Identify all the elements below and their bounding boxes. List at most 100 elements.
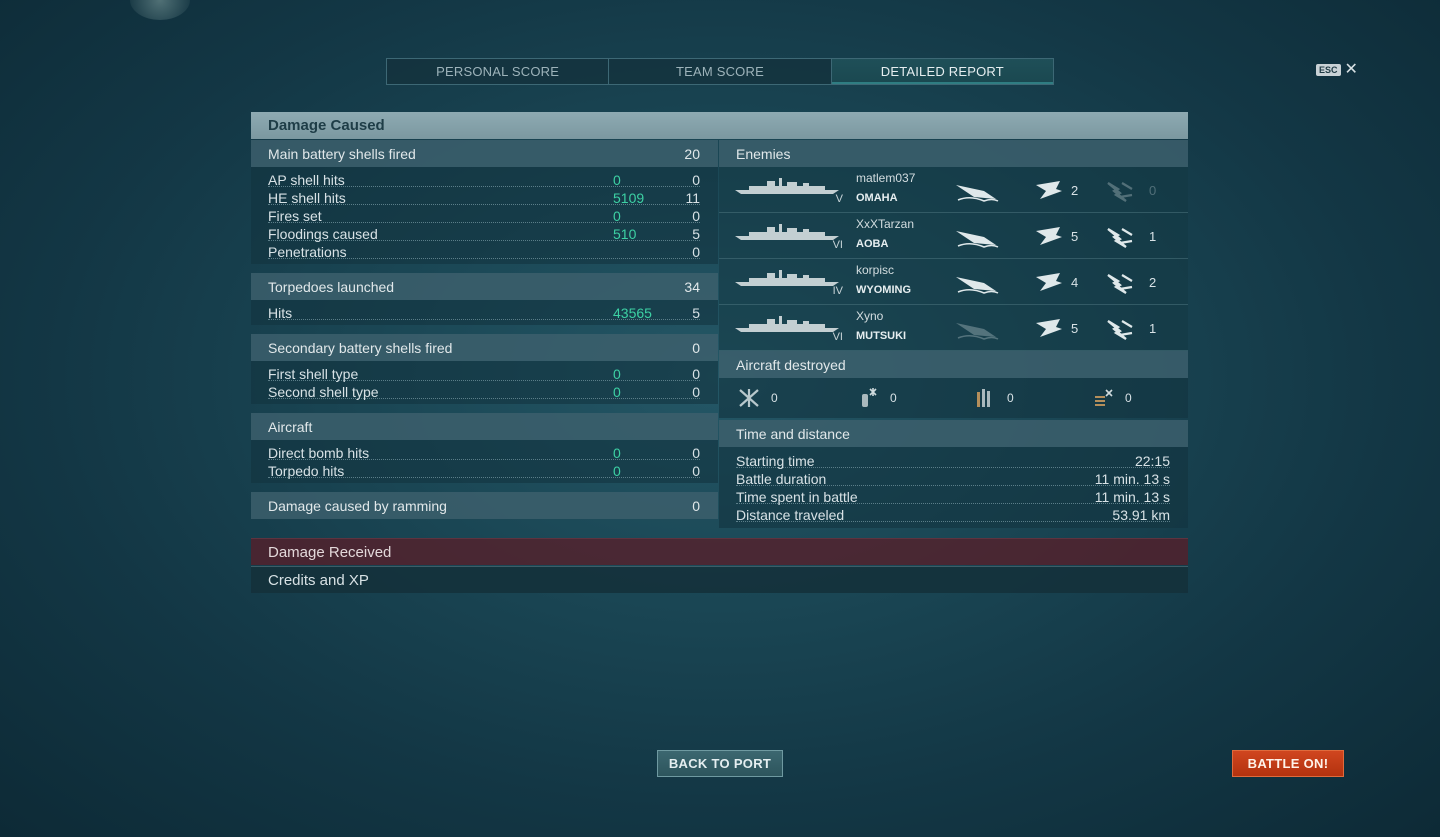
time-distance-label: Time and distance	[736, 425, 850, 442]
torpedoes-header: Torpedoes launched 34	[251, 273, 718, 300]
row-damage: 5109	[613, 190, 645, 206]
enemy-row: VI XxXTarzan AOBA 5 1	[719, 213, 1188, 259]
torpedoes-rows: Hits 43565 5	[251, 300, 718, 325]
main-battery-rows: AP shell hits 0 0 HE shell hits 5109 11 …	[251, 167, 718, 264]
secondary-label: Secondary battery shells fired	[268, 339, 453, 356]
table-row: AP shell hits 0 0	[251, 171, 718, 189]
ship-tier: VI	[832, 331, 843, 343]
table-row: Battle duration 11 min. 13 s	[719, 470, 1188, 488]
hit-ribbon-icon	[1034, 317, 1066, 341]
main-battery-header: Main battery shells fired 20	[251, 140, 718, 167]
row-value: 22:15	[1134, 453, 1170, 469]
row-count: 0	[692, 445, 700, 461]
hit-shell-icon	[862, 388, 877, 407]
aircraft-destroyed-item: 0	[1091, 386, 1132, 410]
crit-ribbon-count: 1	[1149, 229, 1157, 244]
aircraft-destroyed-header: Aircraft destroyed	[719, 351, 1188, 378]
enemies-label: Enemies	[736, 145, 791, 162]
torpedoes-value: 34	[684, 278, 700, 295]
esc-key-label: ESC	[1316, 64, 1341, 76]
time-distance-rows: Starting time 22:15 Battle duration 11 m…	[719, 447, 1188, 528]
crit-ribbon-count: 0	[1149, 183, 1157, 198]
table-row: Torpedo hits 0 0	[251, 462, 718, 480]
hit-ribbon-icon	[1034, 179, 1066, 203]
enemy-row: Vmatlem037 OMAHA 2 0	[719, 167, 1188, 213]
row-count: 0	[692, 244, 700, 260]
row-count: 5	[692, 305, 700, 321]
close-icon: ✕	[1344, 61, 1358, 78]
tab-detailed-report[interactable]: DETAILED REPORT	[831, 59, 1053, 84]
row-label: Direct bomb hits	[268, 445, 370, 461]
crit-ribbon-icon	[1104, 179, 1136, 203]
aircraft-destroyed-value: 0	[1007, 391, 1014, 405]
ship-name: AOBA	[856, 238, 889, 250]
enemy-row: IV korpisc WYOMING 4 2	[719, 259, 1188, 305]
row-damage: 0	[613, 208, 621, 224]
row-label: Penetrations	[268, 244, 347, 260]
crit-ribbon-icon	[1104, 317, 1136, 341]
row-count: 0	[692, 172, 700, 188]
ship-tier: V	[835, 193, 843, 205]
ship-tier: VI	[832, 239, 843, 251]
ship-destroyed-icon	[954, 271, 1000, 295]
background-glow	[130, 0, 190, 20]
hit-ribbon-icon	[1034, 225, 1066, 249]
hit-ribbon-icon	[1034, 271, 1066, 295]
battle-on-button[interactable]: BATTLE ON!	[1232, 750, 1344, 777]
row-damage: 0	[613, 172, 621, 188]
row-label: Time spent in battle	[736, 489, 858, 505]
aa-gun-icon	[977, 389, 990, 407]
crit-ribbon-icon	[1104, 225, 1136, 249]
enemies-header: Enemies	[719, 140, 1188, 167]
table-row: Fires set 0 0	[251, 207, 718, 225]
row-count: 11	[685, 190, 700, 206]
aircraft-destroyed-label: Aircraft destroyed	[736, 356, 846, 373]
ship-tier: IV	[832, 285, 843, 297]
secondary-rows: First shell type 0 0 Second shell type 0…	[251, 361, 718, 404]
table-row: Direct bomb hits 0 0	[251, 444, 718, 462]
row-label: Distance traveled	[736, 507, 845, 523]
row-damage: 43565	[613, 305, 652, 321]
aircraft-destroyed-item: 0	[737, 386, 778, 410]
back-to-port-button[interactable]: BACK TO PORT	[657, 750, 783, 777]
secondary-header: Secondary battery shells fired 0	[251, 334, 718, 361]
row-label: Fires set	[268, 208, 322, 224]
aircraft-label: Aircraft	[268, 418, 313, 435]
ramming-label: Damage caused by ramming	[268, 497, 447, 514]
table-row: First shell type 0 0	[251, 365, 718, 383]
damage-caused-right: Enemies Vmatlem037 OMAHA 2 0 VI XxXTarzan AOBA…	[719, 140, 1188, 528]
row-label: Hits	[268, 305, 293, 321]
row-value: 11 min. 13 s	[1094, 471, 1170, 487]
table-row: Hits 43565 5	[251, 304, 718, 322]
ship-name: OMAHA	[856, 192, 898, 204]
tab-team-score[interactable]: TEAM SCORE	[609, 59, 832, 84]
hit-ribbon-count: 2	[1071, 183, 1079, 198]
player-name: korpisc	[856, 263, 895, 277]
player-name: Xyno	[856, 309, 884, 323]
aircraft-destroyed-value: 0	[890, 391, 897, 405]
esc-close-button[interactable]: ESC ✕	[1316, 61, 1358, 78]
crit-ribbon-count: 1	[1149, 321, 1157, 336]
row-label: AP shell hits	[268, 172, 345, 188]
damage-received-section[interactable]: Damage Received	[251, 538, 1188, 565]
fighter-plane-icon	[739, 389, 759, 407]
damage-caused-header[interactable]: Damage Caused	[251, 112, 1188, 139]
ship-name: MUTSUKI	[856, 330, 907, 342]
ramming-value: 0	[692, 497, 700, 514]
row-label: Starting time	[736, 453, 815, 469]
tab-personal-score[interactable]: PERSONAL SCORE	[387, 59, 610, 84]
player-name: XxXTarzan	[856, 217, 915, 231]
row-damage: 510	[613, 226, 637, 242]
table-row: Penetrations 0	[251, 243, 718, 261]
main-battery-value: 20	[684, 145, 700, 162]
secondary-aa-icon	[1095, 389, 1113, 406]
credits-xp-section[interactable]: Credits and XP	[251, 566, 1188, 593]
ramming-header: Damage caused by ramming 0	[251, 492, 718, 519]
torpedoes-label: Torpedoes launched	[268, 278, 395, 295]
row-count: 0	[692, 208, 700, 224]
ship-destroyed-icon	[954, 179, 1000, 203]
ship-destroyed-icon	[954, 317, 1000, 341]
table-row: Time spent in battle 11 min. 13 s	[719, 488, 1188, 506]
row-damage: 0	[613, 366, 621, 382]
ship-name: WYOMING	[856, 284, 911, 296]
